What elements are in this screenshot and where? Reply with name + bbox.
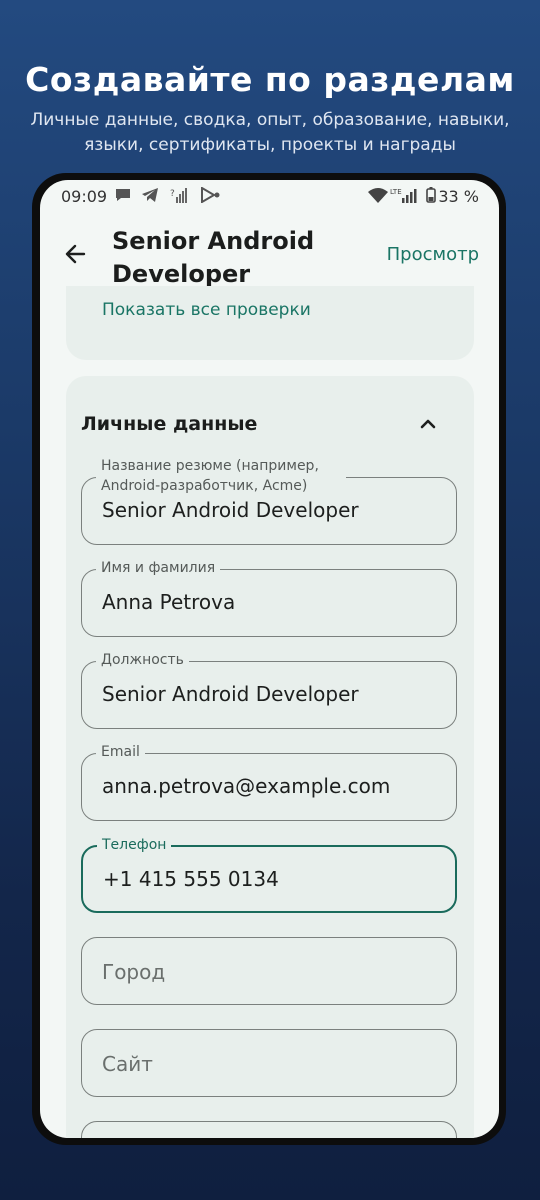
field-value: Senior Android Developer <box>102 682 359 706</box>
personal-data-section: Личные данные Название резюме (например,… <box>66 376 474 1138</box>
field-value: Senior Android Developer <box>102 498 359 522</box>
city-field[interactable]: Город <box>81 937 457 1005</box>
wifi-icon <box>368 187 388 207</box>
field-value: +1 415 555 0134 <box>103 867 279 891</box>
promo-subtitle: Личные данные, сводка, опыт, образование… <box>30 110 510 155</box>
checks-card: Показать все проверки <box>66 286 474 360</box>
page-title: Senior Android Developer <box>112 227 315 288</box>
website-field[interactable]: Сайт <box>81 1029 457 1097</box>
telegram-icon <box>141 187 159 207</box>
phone-screen: 09:09 ? LTE 33 % Senior Android Develope… <box>40 180 499 1138</box>
field-label: Email <box>96 743 145 761</box>
battery-icon <box>426 187 436 207</box>
signal-unknown-icon: ? <box>170 187 188 207</box>
arrow-left-icon[interactable] <box>62 240 90 268</box>
battery-percent: 33 % <box>438 187 479 206</box>
status-time: 09:09 <box>61 187 108 206</box>
cast-icon <box>200 186 222 207</box>
phone-field[interactable]: Телефон +1 415 555 0134 <box>81 836 457 913</box>
field-placeholder: Сайт <box>102 1052 153 1076</box>
job-title-field[interactable]: Должность Senior Android Developer <box>81 651 457 729</box>
status-bar: 09:09 ? LTE 33 % <box>40 180 499 214</box>
field-label: Должность <box>96 651 189 669</box>
phone-frame: 09:09 ? LTE 33 % Senior Android Develope… <box>32 173 506 1145</box>
field-label: Телефон <box>97 836 172 854</box>
field-label: Название резюме (например, Android-разра… <box>96 456 346 496</box>
lte-signal-icon: LTE <box>390 187 420 207</box>
field-placeholder: Город <box>102 960 166 984</box>
field-label: Имя и фамилия <box>96 559 221 577</box>
full-name-field[interactable]: Имя и фамилия Anna Petrova <box>81 559 457 637</box>
chat-bubble-icon <box>114 187 132 207</box>
preview-button[interactable]: Просмотр <box>387 244 479 265</box>
field-value: Anna Petrova <box>102 590 236 614</box>
promo-title: Создавайте по разделам <box>25 60 515 99</box>
next-field[interactable] <box>81 1121 457 1138</box>
resume-title-field[interactable]: Название резюме (например, Android-разра… <box>81 456 457 545</box>
email-field[interactable]: Email anna.petrova@example.com <box>81 743 457 821</box>
field-value: anna.petrova@example.com <box>102 774 391 798</box>
section-title: Личные данные <box>81 413 258 435</box>
svg-text:?: ? <box>170 189 175 199</box>
show-all-checks-link[interactable]: Показать все проверки <box>102 300 311 320</box>
svg-text:LTE: LTE <box>390 188 402 196</box>
chevron-up-icon[interactable] <box>416 412 440 436</box>
